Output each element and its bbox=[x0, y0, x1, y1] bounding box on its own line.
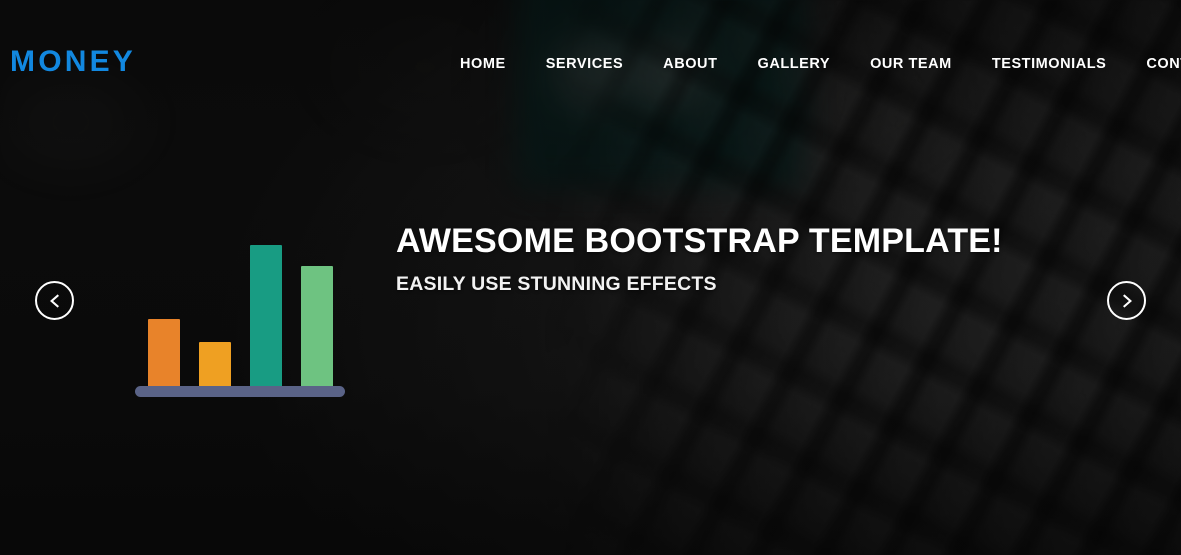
site-logo[interactable]: MONEY bbox=[10, 47, 136, 77]
hero-subtitle: EASILY USE STUNNING EFFECTS bbox=[396, 273, 717, 296]
site-header: MONEY HOME SERVICES ABOUT GALLERY OUR TE… bbox=[0, 0, 1181, 128]
main-navigation: HOME SERVICES ABOUT GALLERY OUR TEAM TES… bbox=[440, 54, 1181, 74]
bar-chart-baseline bbox=[135, 386, 345, 397]
hero-slide: AWESOME BOOTSTRAP TEMPLATE! EASILY USE S… bbox=[0, 150, 1181, 450]
bar-chart-bar-1 bbox=[148, 318, 180, 387]
nav-item-contact[interactable]: CONTACT bbox=[1126, 54, 1181, 74]
nav-item-services[interactable]: SERVICES bbox=[526, 54, 643, 74]
bar-chart-bar-4 bbox=[301, 266, 333, 387]
hero-title: AWESOME BOOTSTRAP TEMPLATE! bbox=[396, 222, 1003, 260]
nav-item-testimonials[interactable]: TESTIMONIALS bbox=[972, 54, 1127, 74]
bar-chart-graphic bbox=[135, 235, 345, 397]
carousel-next-button[interactable]: Next bbox=[1107, 281, 1146, 320]
nav-item-our-team[interactable]: OUR TEAM bbox=[850, 54, 972, 74]
nav-item-home[interactable]: HOME bbox=[440, 54, 526, 74]
hero-text-block: AWESOME BOOTSTRAP TEMPLATE! EASILY USE S… bbox=[396, 222, 1016, 296]
chevron-right-icon bbox=[1122, 293, 1132, 308]
chevron-left-icon bbox=[49, 293, 59, 308]
nav-item-about[interactable]: ABOUT bbox=[643, 54, 737, 74]
bar-chart-bar-3 bbox=[250, 245, 282, 387]
carousel-prev-button[interactable]: Previous bbox=[35, 281, 74, 320]
hero-carousel: AWESOME BOOTSTRAP TEMPLATE! EASILY USE S… bbox=[0, 150, 1181, 450]
page-root: MONEY HOME SERVICES ABOUT GALLERY OUR TE… bbox=[0, 0, 1181, 555]
bar-chart-bars bbox=[135, 235, 345, 387]
bar-chart-bar-2 bbox=[199, 341, 231, 387]
nav-item-gallery[interactable]: GALLERY bbox=[737, 54, 850, 74]
